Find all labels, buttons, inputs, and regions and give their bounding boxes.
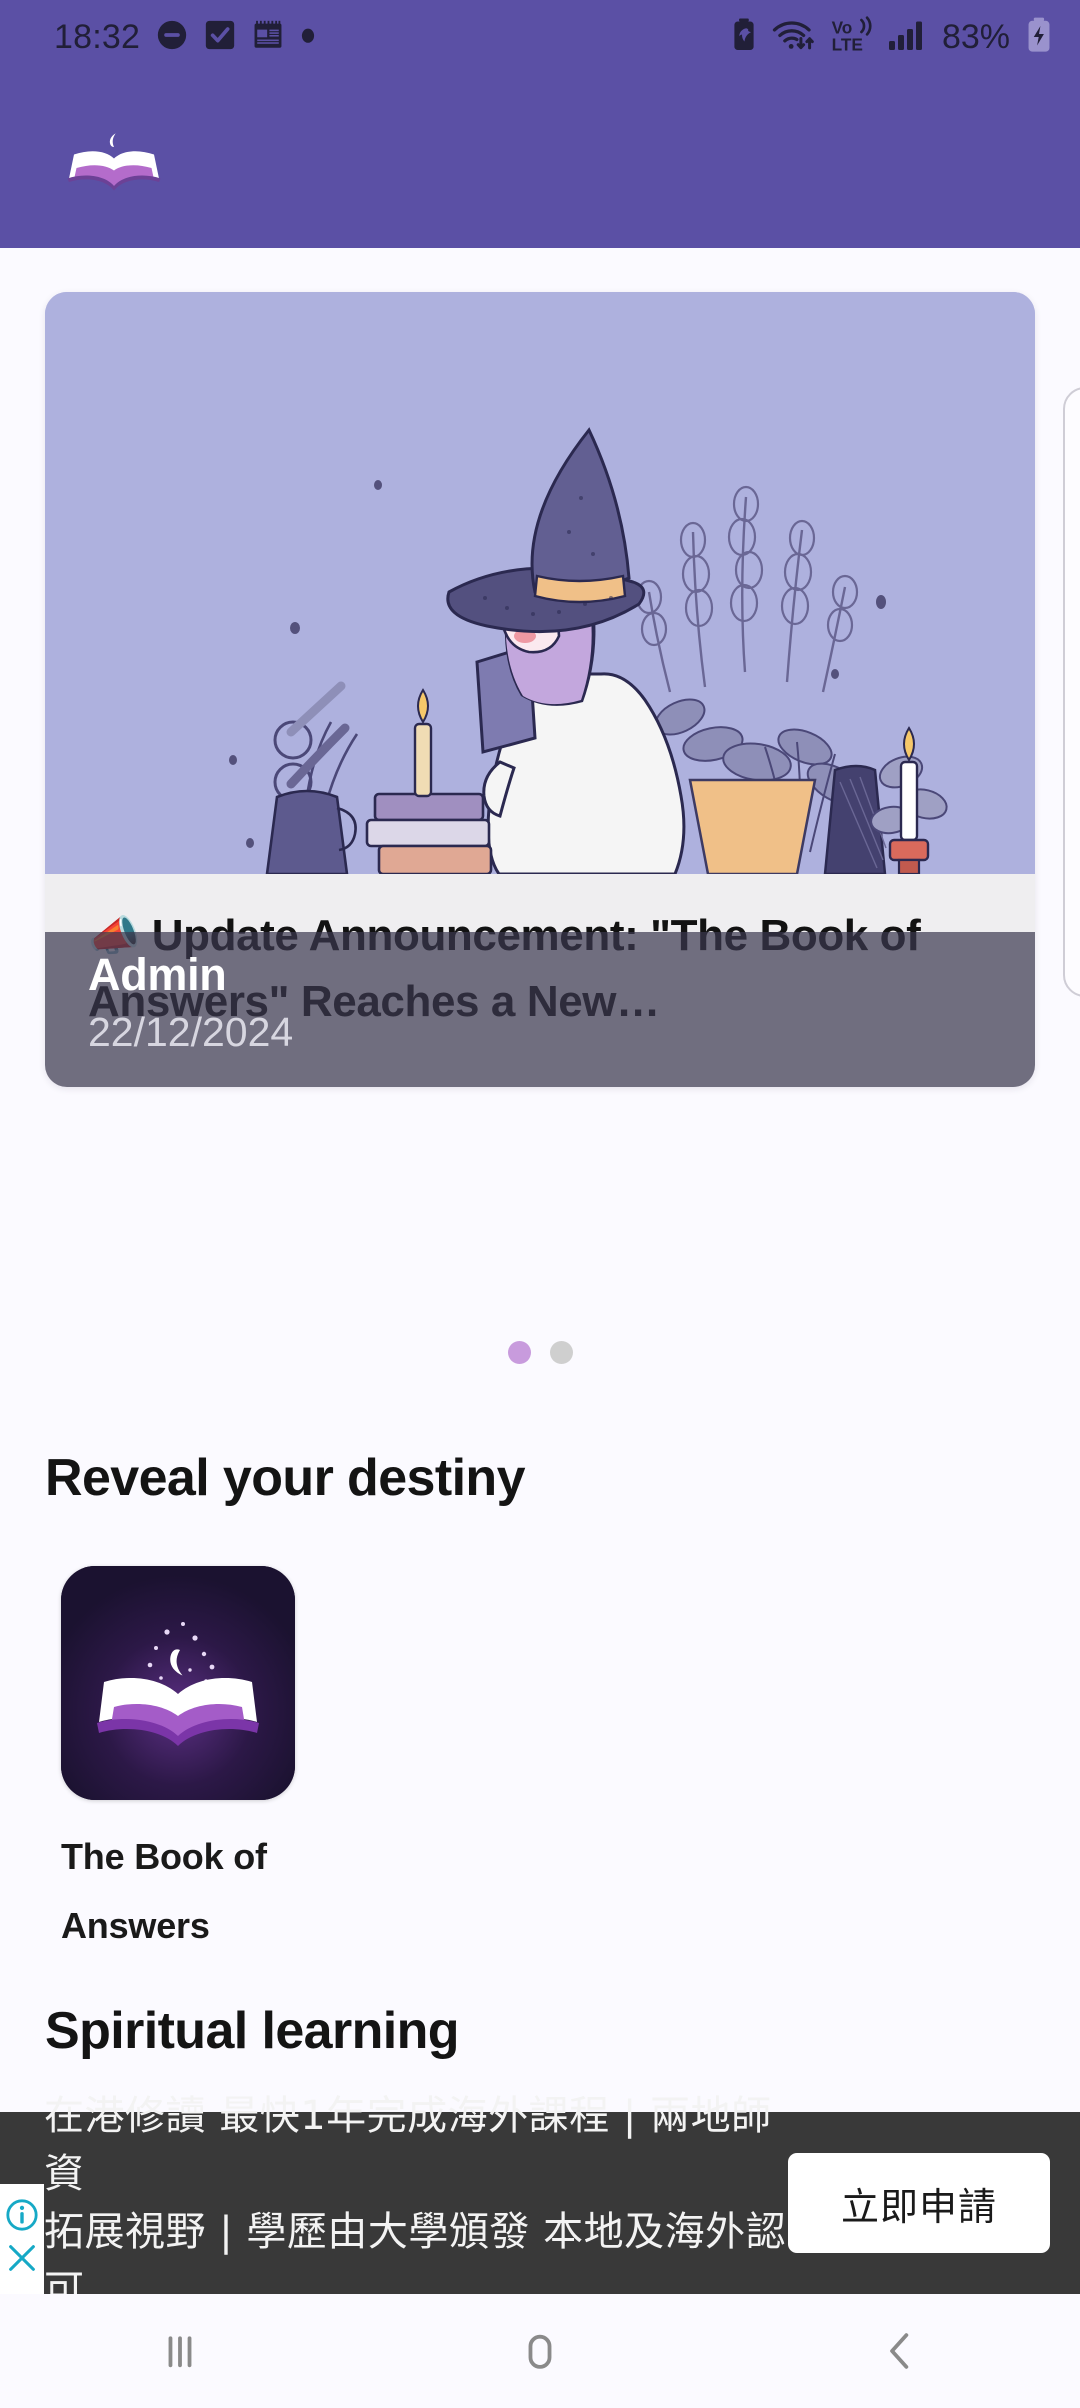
ad-banner[interactable]: 在港修讀 最快1年完成海外課程 | 兩地師資 拓展視野 | 學歷由大學頒發 本地… <box>0 2093 1080 2313</box>
ad-close-icon[interactable] <box>5 2241 39 2280</box>
status-bar-left: 18:32 <box>54 18 316 57</box>
battery-percent-label: 83% <box>941 17 1010 56</box>
ad-cta-button[interactable]: 立即申請 <box>788 2153 1050 2253</box>
app-tile-book-of-answers[interactable]: The Book of Answers <box>61 1566 295 1960</box>
ad-text[interactable]: 在港修讀 最快1年完成海外課程 | 兩地師資 拓展視野 | 學歷由大學頒發 本地… <box>0 2087 788 2319</box>
carousel-dot-1[interactable] <box>507 1341 531 1364</box>
carousel-dot-2[interactable] <box>549 1341 573 1364</box>
section-title-spiritual: Spiritual learning <box>45 2002 460 2060</box>
home-button[interactable] <box>465 2294 615 2408</box>
recents-button[interactable] <box>105 2294 255 2408</box>
open-book-logo <box>62 125 166 197</box>
status-bar: 18:32 Vo LTE 83% <box>0 0 1080 74</box>
app-header <box>0 74 1080 248</box>
battery-saver-icon <box>730 17 758 58</box>
section-title-reveal: Reveal your destiny <box>45 1449 526 1507</box>
witch-reading-illustration <box>45 292 1035 874</box>
android-nav-bar <box>0 2294 1080 2408</box>
promo-carousel[interactable]: Admin 22/12/2024 📣 Update Announcement: … <box>0 292 1080 1092</box>
battery-charging-icon <box>1024 16 1054 59</box>
scroll-content[interactable]: Admin 22/12/2024 📣 Update Announcement: … <box>0 248 1080 2408</box>
back-icon <box>890 2333 909 2369</box>
dot-icon <box>300 18 316 57</box>
promo-card-next-peek[interactable] <box>1063 387 1080 997</box>
status-clock: 18:32 <box>54 17 141 56</box>
promo-author: Admin <box>88 949 227 1000</box>
ad-choices-controls[interactable] <box>0 2184 44 2294</box>
status-bar-right: Vo LTE 83% <box>730 15 1054 59</box>
signal-icon <box>887 17 927 58</box>
calendar-icon <box>251 18 285 57</box>
dnd-icon <box>155 18 189 57</box>
promo-card[interactable]: Admin 22/12/2024 📣 Update Announcement: … <box>45 292 1035 1087</box>
wifi-icon <box>771 17 817 58</box>
ad-text-line-1: 在港修讀 最快1年完成海外課程 | 兩地師資 <box>44 2093 772 2197</box>
carousel-dots[interactable] <box>0 1341 1080 1364</box>
ad-info-icon[interactable] <box>5 2198 39 2237</box>
back-button[interactable] <box>825 2294 975 2408</box>
home-icon <box>528 2334 552 2369</box>
svg-text:LTE: LTE <box>832 34 863 53</box>
phone-screen: 18:32 Vo LTE 83% Admin 22/12/2024 Reveal… <box>0 0 1080 2408</box>
promo-meta-overlay: Admin 22/12/2024 <box>45 932 1035 1087</box>
recents-icon <box>168 2336 192 2368</box>
promo-date: 22/12/2024 <box>88 1009 294 1055</box>
app-label-book-of-answers: The Book of Answers <box>61 1836 267 1946</box>
book-of-answers-app-icon[interactable] <box>61 1566 295 1800</box>
volte-icon: Vo LTE <box>830 15 874 59</box>
checkbox-icon <box>204 18 236 57</box>
app-row-reveal: The Book of Answers <box>0 1566 1080 1960</box>
